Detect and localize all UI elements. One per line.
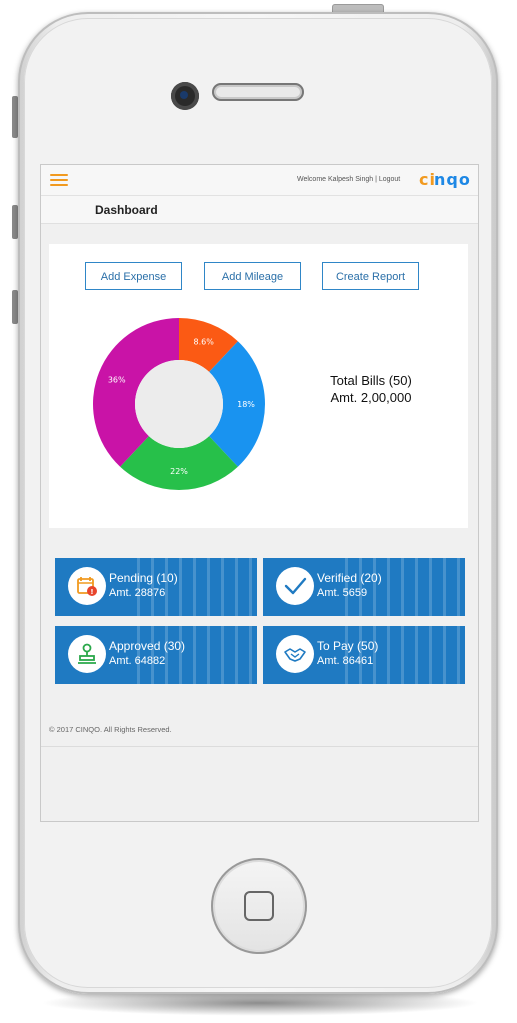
approved-card[interactable]: Approved (30) Amt. 64882: [55, 626, 257, 684]
home-button: [211, 858, 307, 954]
pending-label: Pending (10): [109, 571, 178, 585]
to-pay-card[interactable]: To Pay (50) Amt. 86461: [263, 626, 465, 684]
verified-amount: Amt. 5659: [317, 587, 368, 599]
pending-card[interactable]: ! Pending (10) Amt. 28876: [55, 558, 257, 616]
cinqo-logo-mark: ci nqo: [419, 170, 471, 189]
create-report-button[interactable]: Create Report: [322, 262, 419, 290]
total-bills: Total Bills (50): [330, 373, 412, 388]
totals-summary: Total Bills (50) Amt. 2,00,000: [311, 372, 431, 406]
donut-hole: [135, 360, 223, 448]
approved-amount: Amt. 64882: [109, 655, 166, 667]
copyright-text: © 2017 CINQO. All Rights Reserved.: [49, 725, 172, 734]
camera-icon: [171, 82, 199, 110]
footer-divider: [41, 746, 478, 747]
donut-slice-label-3: 36%: [108, 375, 126, 384]
svg-text:!: !: [90, 588, 93, 596]
total-amount: Amt. 2,00,000: [330, 390, 412, 405]
cinqo-logo: ci nqo: [419, 170, 475, 193]
donut-slice-label-2: 22%: [170, 467, 188, 476]
bills-donut-chart: 8.6% 18% 22% 36%: [93, 318, 265, 490]
welcome-logout-link[interactable]: Welcome Kalpesh Singh | Logout: [297, 176, 400, 183]
donut-slice-label-1: 18%: [237, 400, 255, 409]
verified-card[interactable]: Verified (20) Amt. 5659: [263, 558, 465, 616]
checkmark-icon: [276, 567, 314, 605]
approved-label: Approved (30): [109, 639, 186, 653]
speaker-grille: [212, 83, 304, 101]
add-expense-button[interactable]: Add Expense: [85, 262, 182, 290]
app-screen: Welcome Kalpesh Singh | Logout ci nqo Da…: [40, 164, 479, 822]
verified-label: Verified (20): [317, 571, 382, 585]
add-mileage-button[interactable]: Add Mileage: [204, 262, 301, 290]
hamburger-menu-icon[interactable]: [50, 174, 68, 186]
stamp-icon: [68, 635, 106, 673]
donut-slice-label-0: 8.6%: [194, 338, 215, 347]
page-title: Dashboard: [95, 203, 158, 217]
calendar-alert-icon: !: [68, 567, 106, 605]
to-pay-label: To Pay (50): [317, 639, 379, 653]
title-bar: Dashboard: [41, 196, 478, 224]
summary-panel: Add Expense Add Mileage Create Report 8.…: [49, 244, 468, 528]
svg-text:nqo: nqo: [434, 170, 471, 188]
to-pay-amount: Amt. 86461: [317, 655, 374, 667]
top-bar: Welcome Kalpesh Singh | Logout ci nqo: [41, 165, 478, 196]
handshake-icon: [276, 635, 314, 673]
pending-amount: Amt. 28876: [109, 587, 166, 599]
